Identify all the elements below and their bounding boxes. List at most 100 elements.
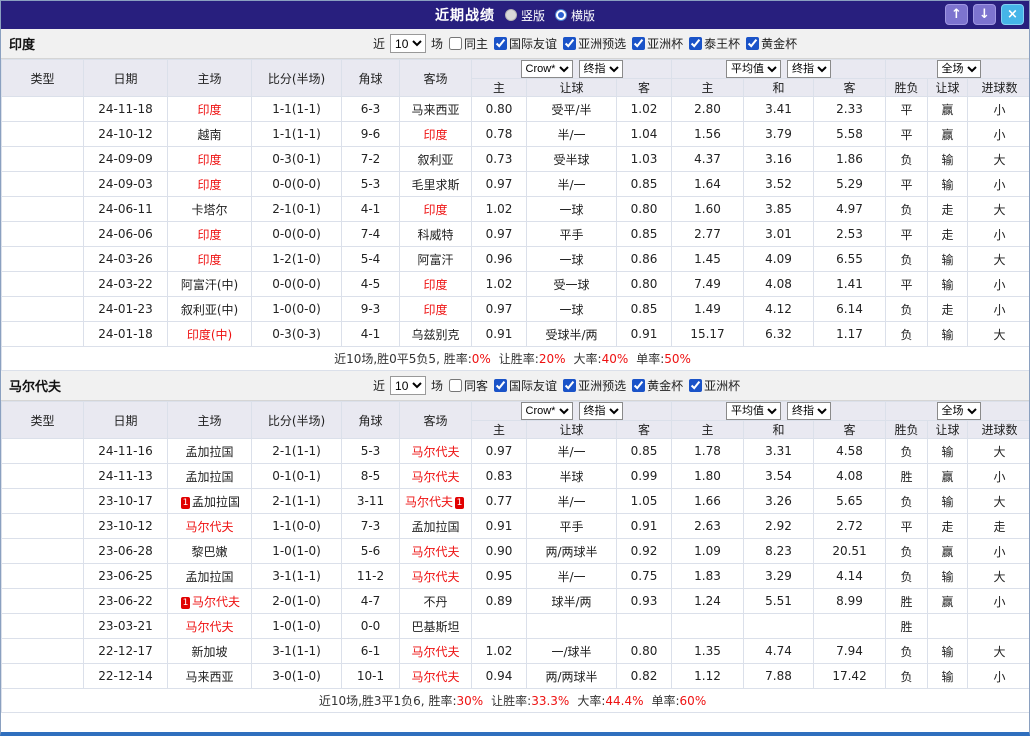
competition-badge: 亚洲预选 [2,197,84,222]
handicap-line: 受平/半 [527,97,617,122]
result-handicap [928,614,968,639]
away-team-name: 印度 [423,303,447,317]
handicap-away-odds: 0.85 [617,172,672,197]
competition-checkbox-3[interactable]: 泰王杯 [689,35,740,52]
average-odds-select[interactable]: 平均值 [726,60,781,78]
away-team-cell: 科威特 [400,222,472,247]
match-date: 23-06-25 [84,564,168,589]
away-team-name: 马尔代夫 [411,545,459,559]
handicap-odds-time-select[interactable]: 终指 [579,402,623,420]
competition-checkbox-0-label: 国际友谊 [509,35,557,52]
competition-checkbox-2[interactable]: 亚洲杯 [632,35,683,52]
result-handicap: 输 [928,664,968,689]
result-goals: 大 [968,439,1030,464]
handicap-away-odds: 0.75 [617,564,672,589]
competition-checkbox-0-box[interactable] [494,37,507,50]
result-scope-select[interactable]: 全场 [937,60,981,78]
match-date: 24-06-11 [84,197,168,222]
away-team-cell: 阿富汗 [400,247,472,272]
match-count-select[interactable]: 10 [390,34,426,53]
competition-checkbox-2-box[interactable] [632,379,645,392]
result-wdl: 平 [886,122,928,147]
result-goals: 小 [968,97,1030,122]
scroll-down-button[interactable]: ↓ [973,4,996,25]
match-row: 国际友谊24-09-09印度0-3(0-1)7-2叙利亚0.73受半球1.034… [2,147,1030,172]
away-team-cell: 叙利亚 [400,147,472,172]
competition-checkbox-0-box[interactable] [494,379,507,392]
home-team-cell: 黎巴嫩 [168,539,252,564]
away-team-cell: 巴基斯坦 [400,614,472,639]
result-handicap: 输 [928,489,968,514]
odds-home-win [672,614,744,639]
home-team-cell: 印度(中) [168,322,252,347]
sub-header-7: 让球 [928,421,968,439]
competition-badge: 国际友谊 [2,614,84,639]
result-wdl: 负 [886,564,928,589]
column-header-5: 客场 [400,60,472,97]
handicap-line: 一/球半 [527,639,617,664]
competition-checkbox-3-label: 泰王杯 [704,35,740,52]
away-team-name: 叙利亚 [417,153,453,167]
handicap-line: 两/两球半 [527,539,617,564]
layout-radio-horizontal[interactable]: 横版 [555,7,595,24]
same-venue-checkbox-box[interactable] [449,379,462,392]
sub-header-5: 客 [814,79,886,97]
europe-odds-time-select[interactable]: 终指 [787,60,831,78]
match-row: 黄金杯23-06-28黎巴嫩1-0(1-0)5-6马尔代夫0.90两/两球半0.… [2,539,1030,564]
match-row: 国际友谊22-12-17新加坡3-1(1-1)6-1马尔代夫1.02一/球半0.… [2,639,1030,664]
match-date: 24-11-16 [84,439,168,464]
competition-badge: 国际友谊 [2,147,84,172]
close-button[interactable]: × [1001,4,1024,25]
competition-checkbox-3[interactable]: 亚洲杯 [689,377,740,394]
scroll-up-button[interactable]: ↑ [945,4,968,25]
sub-header-8: 进球数 [968,79,1030,97]
competition-checkbox-1[interactable]: 亚洲预选 [563,35,626,52]
competition-checkbox-1[interactable]: 亚洲预选 [563,377,626,394]
competition-checkbox-4-box[interactable] [746,37,759,50]
summary-stat-label: 大率: [577,694,605,708]
competition-checkbox-1-box[interactable] [563,37,576,50]
corner-score: 6-3 [342,97,400,122]
match-row: 国际友谊24-11-18印度1-1(1-1)6-3马来西亚0.80受平/半1.0… [2,97,1030,122]
odds-away-win: 2.72 [814,514,886,539]
same-venue-checkbox[interactable]: 同客 [449,377,488,394]
result-scope-select[interactable]: 全场 [937,402,981,420]
match-date: 22-12-17 [84,639,168,664]
competition-checkbox-2-box[interactable] [632,37,645,50]
score-halftime: 2-1(1-1) [252,439,342,464]
corner-score: 4-5 [342,272,400,297]
competition-checkbox-1-box[interactable] [563,379,576,392]
average-odds-select[interactable]: 平均值 [726,402,781,420]
sub-header-4: 和 [744,79,814,97]
red-card-icon: 1 [455,497,464,509]
same-venue-checkbox[interactable]: 同主 [449,35,488,52]
column-header-2: 主场 [168,60,252,97]
odds-draw: 3.79 [744,122,814,147]
bookmaker-select[interactable]: Crow* [521,402,573,420]
score-halftime: 3-1(1-1) [252,564,342,589]
games-label: 场 [431,35,443,52]
layout-radio-vertical[interactable]: 竖版 [505,7,545,24]
same-venue-checkbox-box[interactable] [449,37,462,50]
summary-stat-label: 胜率: [444,352,472,366]
odds-away-win: 4.14 [814,564,886,589]
result-goals: 小 [968,664,1030,689]
away-team-cell: 马尔代夫 [400,664,472,689]
competition-checkbox-3-box[interactable] [689,37,702,50]
competition-checkbox-0[interactable]: 国际友谊 [494,377,557,394]
competition-checkbox-3-box[interactable] [689,379,702,392]
sub-header-6: 胜负 [886,421,928,439]
handicap-away-odds: 0.93 [617,589,672,614]
competition-checkbox-4[interactable]: 黄金杯 [746,35,797,52]
odds-away-win: 2.53 [814,222,886,247]
bookmaker-select[interactable]: Crow* [521,60,573,78]
competition-checkbox-2[interactable]: 黄金杯 [632,377,683,394]
handicap-line: 平手 [527,514,617,539]
competition-checkbox-0[interactable]: 国际友谊 [494,35,557,52]
match-count-select[interactable]: 10 [390,376,426,395]
odds-away-win: 5.29 [814,172,886,197]
europe-odds-time-select[interactable]: 终指 [787,402,831,420]
odds-away-win: 8.99 [814,589,886,614]
handicap-odds-time-select[interactable]: 终指 [579,60,623,78]
handicap-home-odds: 0.91 [472,514,527,539]
